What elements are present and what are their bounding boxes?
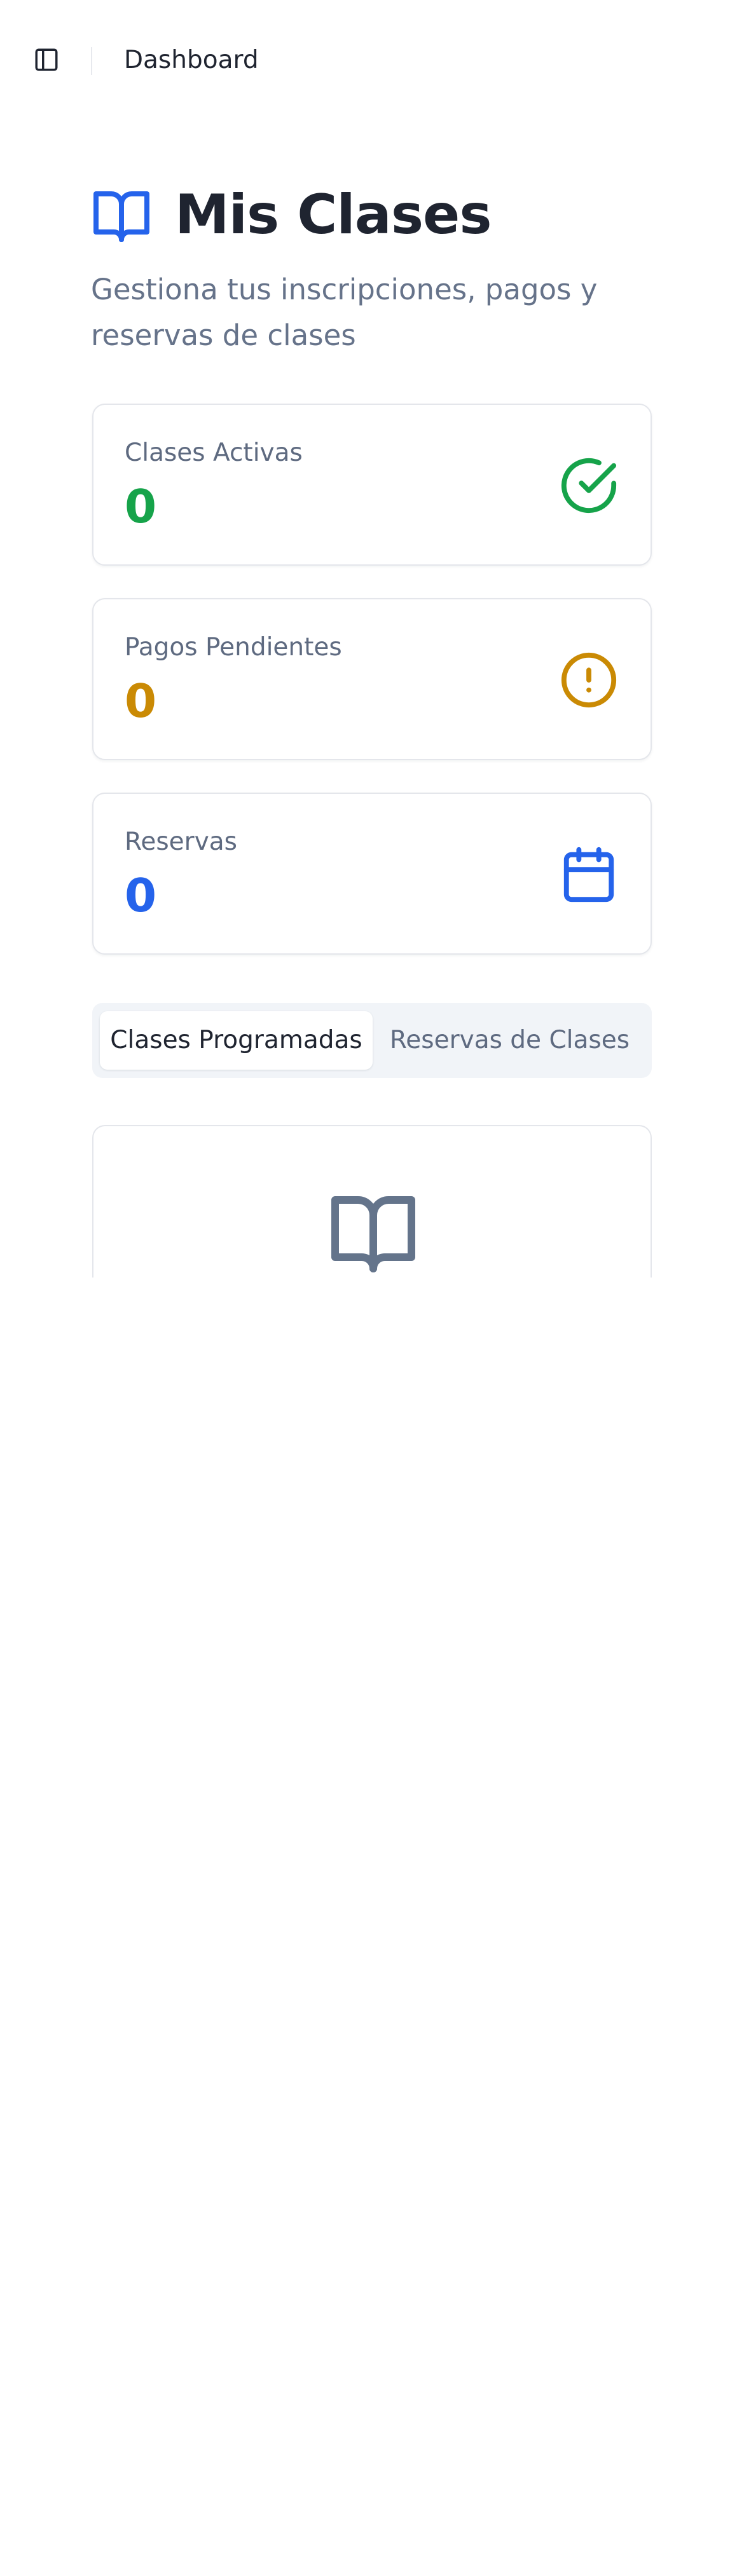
stat-card-active-classes: Clases Activas 0 (92, 404, 652, 566)
breadcrumb[interactable]: Dashboard (124, 44, 259, 76)
tab-list: Clases Programadas Reservas de Clases (92, 1003, 652, 1078)
top-bar: Dashboard (0, 0, 744, 122)
stat-value: 0 (125, 869, 157, 922)
topbar-divider (91, 47, 92, 75)
stat-card-bookings: Reservas 0 (92, 793, 652, 955)
stat-value: 0 (125, 480, 157, 533)
sidebar-toggle-icon (35, 48, 58, 71)
page-title: Mis Clases (175, 183, 492, 247)
page: Dashboard Mis Clases Gestiona tus inscri… (0, 0, 744, 2576)
book-open-icon (93, 191, 149, 242)
alert-circle-icon (561, 652, 617, 708)
tab-class-bookings[interactable]: Reservas de Clases (375, 1011, 644, 1070)
check-circle-icon (561, 458, 617, 514)
page-subtitle: Gestiona tus inscripciones, pagos y rese… (91, 273, 598, 352)
sidebar-toggle-button[interactable] (32, 45, 61, 74)
stat-value: 0 (125, 674, 157, 728)
stat-card-pending-payments: Pagos Pendientes 0 (92, 598, 652, 760)
stat-label: Reservas (125, 828, 237, 856)
stat-label: Clases Activas (125, 439, 303, 467)
tab-scheduled-classes[interactable]: Clases Programadas (100, 1011, 373, 1070)
empty-state-card (92, 1125, 652, 1278)
calendar-icon (563, 847, 614, 903)
stat-label: Pagos Pendientes (125, 633, 342, 662)
book-open-icon (331, 1196, 415, 1272)
